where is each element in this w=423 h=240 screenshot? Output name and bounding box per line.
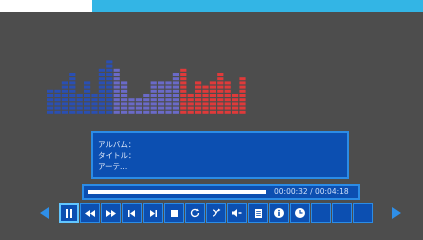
equalizer-bar <box>121 81 128 114</box>
info-icon <box>274 208 284 218</box>
equalizer-bar <box>224 81 231 114</box>
scroll-left-arrow-icon[interactable] <box>40 207 49 219</box>
mute-button[interactable] <box>227 203 247 223</box>
shuffle-icon <box>211 208 221 218</box>
pause-button[interactable] <box>59 203 79 223</box>
equalizer-bar <box>165 81 172 114</box>
fast-forward-button[interactable] <box>101 203 121 223</box>
equalizer-bar <box>47 89 54 114</box>
equalizer-bar <box>76 94 83 114</box>
equalizer-bar <box>150 81 157 114</box>
equalizer-bar <box>187 94 194 114</box>
empty-slot-button[interactable] <box>332 203 352 223</box>
artist-label: アーテ... <box>98 162 128 171</box>
equalizer-bar <box>61 81 68 114</box>
rewind-icon <box>85 209 95 217</box>
album-label: アルバム： <box>98 140 136 149</box>
stop-icon <box>170 209 178 217</box>
equalizer-bar <box>135 98 142 114</box>
shuffle-button[interactable] <box>206 203 226 223</box>
rewind-button[interactable] <box>80 203 100 223</box>
fast-forward-icon <box>106 209 116 217</box>
time-display: 00:00:32 / 00:04:18 <box>274 187 349 196</box>
equalizer-bar <box>106 60 113 114</box>
next-track-button[interactable] <box>143 203 163 223</box>
skip-back-icon <box>128 209 136 217</box>
equalizer-bar <box>143 94 150 114</box>
timer-button[interactable] <box>290 203 310 223</box>
volume-mute-icon <box>232 209 242 217</box>
equalizer-bar <box>195 81 202 114</box>
equalizer-bar <box>84 81 91 114</box>
playlist-button[interactable] <box>248 203 268 223</box>
info-button[interactable] <box>269 203 289 223</box>
equalizer-visualizer <box>47 60 246 114</box>
title-label: タイトル： <box>98 151 136 160</box>
pause-icon <box>65 208 73 218</box>
track-info-panel: アルバム： タイトル： アーテ... <box>91 131 349 179</box>
equalizer-bar <box>172 73 179 114</box>
skip-forward-icon <box>149 209 157 217</box>
clock-icon <box>295 208 305 218</box>
equalizer-bar <box>239 77 246 114</box>
list-icon <box>254 208 262 218</box>
equalizer-bar <box>113 68 120 114</box>
equalizer-bar <box>209 81 216 114</box>
equalizer-bar <box>202 85 209 114</box>
equalizer-bar <box>217 73 224 114</box>
empty-slot-button[interactable] <box>353 203 373 223</box>
repeat-icon <box>190 208 200 218</box>
equalizer-bar <box>158 81 165 114</box>
previous-track-button[interactable] <box>122 203 142 223</box>
stop-button[interactable] <box>164 203 184 223</box>
equalizer-bar <box>69 73 76 114</box>
equalizer-bar <box>180 68 187 114</box>
seek-bar-fill <box>88 190 111 194</box>
equalizer-bar <box>54 89 61 114</box>
scroll-right-arrow-icon[interactable] <box>392 207 401 219</box>
control-bar <box>59 203 374 223</box>
equalizer-bar <box>98 68 105 114</box>
empty-slot-button[interactable] <box>311 203 331 223</box>
progress-panel: 00:00:32 / 00:04:18 <box>82 184 360 200</box>
equalizer-bar <box>128 98 135 114</box>
repeat-button[interactable] <box>185 203 205 223</box>
equalizer-bar <box>91 94 98 114</box>
equalizer-bar <box>232 94 239 114</box>
seek-bar[interactable] <box>88 190 266 194</box>
